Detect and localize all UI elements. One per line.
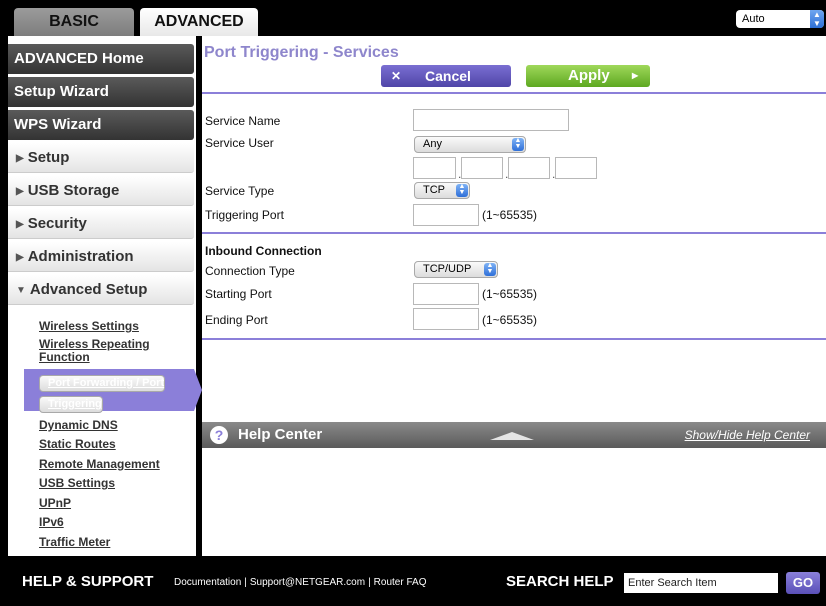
sidebar-section-administration[interactable]: ▶ Administration bbox=[8, 242, 194, 272]
sidebar-section-setup[interactable]: ▶ Setup bbox=[8, 143, 194, 173]
support-email-link[interactable]: Support@NETGEAR.com bbox=[250, 577, 365, 588]
connection-type-select[interactable]: TCP/UDP ▲ ▼ bbox=[414, 261, 498, 278]
select-arrows-icon: ▲ ▼ bbox=[810, 10, 824, 28]
service-user-label: Service User bbox=[205, 136, 274, 150]
divider bbox=[202, 92, 826, 94]
sidebar-link-ipv6[interactable]: IPv6 bbox=[39, 516, 64, 529]
triggering-port-label: Triggering Port bbox=[205, 208, 284, 222]
sidebar-item-advanced-home[interactable]: ADVANCED Home bbox=[8, 44, 194, 74]
ip-octet-2-input[interactable] bbox=[461, 157, 503, 179]
sidebar: ADVANCED Home Setup Wizard WPS Wizard ▶ S… bbox=[8, 36, 202, 556]
service-type-label: Service Type bbox=[205, 184, 275, 198]
tab-advanced[interactable]: ADVANCED bbox=[140, 8, 258, 36]
footer-links: Documentation | Support@NETGEAR.com | Router… bbox=[174, 577, 426, 588]
starting-port-label: Starting Port bbox=[205, 287, 272, 301]
help-support-title: HELP & SUPPORT bbox=[22, 573, 154, 590]
link-separator: | bbox=[368, 577, 371, 588]
ip-octet-1-input[interactable] bbox=[413, 157, 456, 179]
connection-type-label: Connection Type bbox=[205, 264, 295, 278]
documentation-link[interactable]: Documentation bbox=[174, 577, 241, 588]
ending-port-input[interactable] bbox=[413, 308, 479, 330]
service-name-label: Service Name bbox=[205, 114, 281, 128]
cancel-button[interactable]: ✕ Cancel bbox=[381, 65, 511, 87]
triangle-right-icon: ▶ bbox=[16, 252, 24, 263]
show-hide-help-link[interactable]: Show/Hide Help Center bbox=[685, 428, 810, 442]
divider bbox=[202, 232, 826, 234]
sidebar-link-port-forwarding[interactable]: Port Forwarding / Port bbox=[39, 375, 166, 392]
apply-button[interactable]: Apply ▶ bbox=[526, 65, 650, 87]
sidebar-link-wireless-repeating-cont[interactable]: Function bbox=[39, 351, 90, 364]
tab-basic[interactable]: BASIC bbox=[14, 8, 134, 36]
sidebar-section-security[interactable]: ▶ Security bbox=[8, 209, 194, 239]
arrow-right-icon: ▶ bbox=[632, 71, 639, 80]
service-user-value: Any bbox=[423, 138, 442, 150]
starting-port-input[interactable] bbox=[413, 283, 479, 305]
select-arrows-icon: ▲ ▼ bbox=[484, 262, 496, 276]
connection-type-value: TCP/UDP bbox=[423, 263, 472, 275]
triangle-right-icon: ▶ bbox=[16, 186, 24, 197]
ending-port-range: (1~65535) bbox=[482, 313, 538, 327]
section-label: Security bbox=[27, 215, 87, 232]
sidebar-item-setup-wizard[interactable]: Setup Wizard bbox=[8, 77, 194, 107]
sidebar-link-upnp[interactable]: UPnP bbox=[39, 497, 71, 510]
select-arrows-icon: ▲ ▼ bbox=[456, 183, 468, 197]
service-type-value: TCP bbox=[423, 184, 445, 196]
sidebar-section-usb-storage[interactable]: ▶ USB Storage bbox=[8, 176, 194, 206]
apply-label: Apply bbox=[568, 67, 610, 84]
language-value: Auto bbox=[742, 13, 765, 25]
service-user-select[interactable]: Any ▲ ▼ bbox=[414, 136, 526, 153]
selected-pointer-icon bbox=[194, 369, 202, 411]
router-admin-page: BASIC ADVANCED Auto ▲ ▼ ADVANCED Home Set… bbox=[0, 0, 826, 606]
close-icon: ✕ bbox=[391, 69, 402, 83]
go-button[interactable]: GO bbox=[786, 572, 820, 594]
divider bbox=[202, 338, 826, 340]
page-title: Port Triggering - Services bbox=[204, 44, 399, 61]
sidebar-link-remote-management[interactable]: Remote Management bbox=[39, 458, 160, 471]
triangle-right-icon: ▶ bbox=[16, 219, 24, 230]
sidebar-link-wireless-settings[interactable]: Wireless Settings bbox=[39, 320, 139, 333]
service-name-input[interactable] bbox=[413, 109, 569, 131]
triggering-port-input[interactable] bbox=[413, 204, 479, 226]
sidebar-link-traffic-meter[interactable]: Traffic Meter bbox=[39, 536, 110, 549]
main-panel: Port Triggering - Services ✕ Cancel Appl… bbox=[202, 36, 826, 556]
sidebar-link-usb-settings[interactable]: USB Settings bbox=[39, 477, 115, 490]
link-separator: | bbox=[244, 577, 247, 588]
triangle-right-icon: ▶ bbox=[16, 153, 24, 164]
help-center-title: Help Center bbox=[238, 426, 323, 443]
search-input[interactable]: Enter Search Item bbox=[624, 573, 778, 593]
sidebar-section-advanced-setup[interactable]: ▼ Advanced Setup bbox=[8, 275, 194, 305]
expand-up-icon[interactable] bbox=[490, 432, 534, 440]
ending-port-label: Ending Port bbox=[205, 313, 268, 327]
triangle-down-icon: ▼ bbox=[16, 285, 26, 296]
router-faq-link[interactable]: Router FAQ bbox=[374, 577, 427, 588]
cancel-label: Cancel bbox=[425, 68, 471, 84]
triggering-port-range: (1~65535) bbox=[482, 208, 538, 222]
sidebar-link-port-triggering[interactable]: Triggering bbox=[39, 396, 103, 413]
sidebar-link-static-routes[interactable]: Static Routes bbox=[39, 438, 116, 451]
starting-port-range: (1~65535) bbox=[482, 287, 538, 301]
select-arrows-icon: ▲ ▼ bbox=[512, 137, 524, 151]
language-select[interactable]: Auto ▲ ▼ bbox=[736, 10, 824, 28]
search-help-label: SEARCH HELP bbox=[506, 573, 614, 590]
section-label: USB Storage bbox=[27, 182, 120, 199]
service-type-select[interactable]: TCP ▲ ▼ bbox=[414, 182, 470, 199]
section-label: Administration bbox=[27, 248, 134, 265]
help-icon: ? bbox=[210, 426, 228, 444]
section-label: Setup bbox=[27, 149, 70, 166]
footer: HELP & SUPPORT Documentation | Support@NET… bbox=[0, 556, 826, 606]
help-center-bar[interactable]: ? Help Center Show/Hide Help Center bbox=[202, 422, 826, 448]
sidebar-link-dynamic-dns[interactable]: Dynamic DNS bbox=[39, 419, 118, 432]
ip-octet-3-input[interactable] bbox=[508, 157, 550, 179]
ip-octet-4-input[interactable] bbox=[555, 157, 597, 179]
section-label: Advanced Setup bbox=[29, 281, 148, 298]
inbound-connection-heading: Inbound Connection bbox=[205, 244, 322, 258]
sidebar-item-wps-wizard[interactable]: WPS Wizard bbox=[8, 110, 194, 140]
